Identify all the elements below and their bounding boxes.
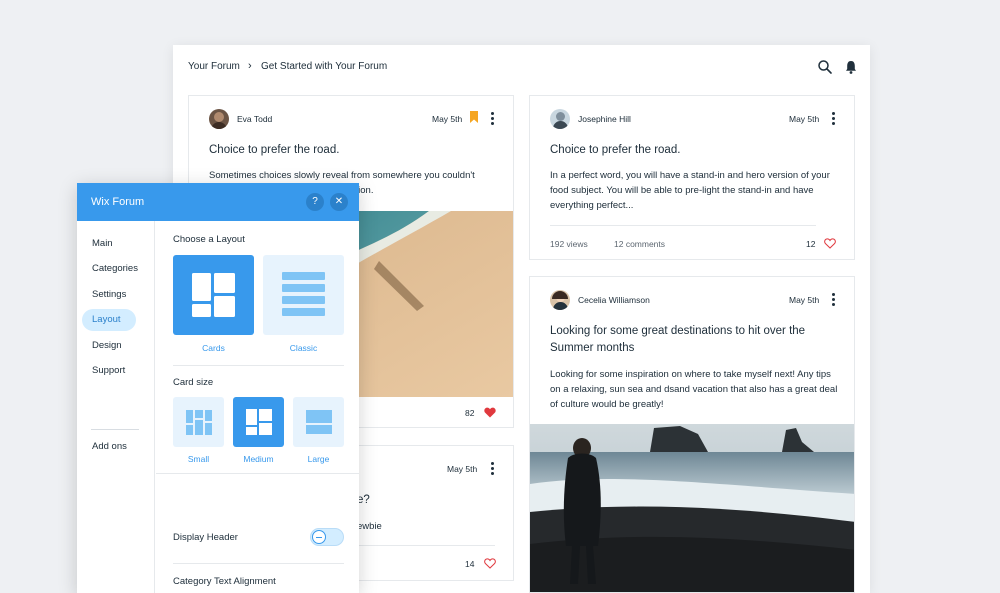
post-author[interactable]: Cecelia Williamson [578, 295, 650, 305]
heart-outline-icon[interactable] [824, 238, 836, 249]
more-options-icon[interactable] [491, 112, 494, 125]
nav-divider [91, 429, 139, 430]
panel-content: Choose a Layout Cards Classic Card size [156, 221, 359, 593]
card-size-small[interactable] [173, 397, 224, 447]
large-cards-icon [306, 410, 332, 434]
more-options-icon[interactable] [491, 462, 494, 475]
nav-main[interactable]: Main [82, 233, 136, 255]
nav-settings[interactable]: Settings [82, 284, 136, 306]
more-options-icon[interactable] [832, 112, 835, 125]
post-excerpt-fragment: ewbie [357, 521, 382, 532]
bell-icon[interactable] [843, 59, 859, 75]
post-card-cecelia[interactable]: Cecelia Williamson May 5th Looking for s… [529, 276, 855, 593]
post-title[interactable]: Choice to prefer the road. [209, 142, 499, 159]
avatar[interactable] [550, 109, 570, 129]
more-options-icon[interactable] [832, 293, 835, 306]
close-button[interactable]: ✕ [330, 193, 348, 211]
settings-panel: Wix Forum ? ✕ Main Categories Settings L… [77, 183, 359, 593]
post-author[interactable]: Eva Todd [237, 114, 272, 124]
section-divider [156, 473, 359, 474]
layout-option-classic-label: Classic [289, 343, 318, 353]
alignment-section-title: Category Text Alignment [173, 576, 276, 587]
breadcrumb-current[interactable]: Get Started with Your Forum [261, 61, 387, 72]
display-header-toggle[interactable] [310, 528, 344, 546]
card-size-medium-label: Medium [243, 454, 274, 464]
post-author[interactable]: Josephine Hill [578, 114, 631, 124]
panel-title: Wix Forum [91, 196, 145, 208]
chevron-right-icon: › [248, 60, 252, 72]
layout-option-cards-label: Cards [202, 343, 225, 353]
post-date: May 5th [432, 114, 463, 124]
heart-outline-icon[interactable] [484, 558, 496, 569]
avatar[interactable] [209, 109, 229, 129]
like-count: 82 [465, 408, 475, 418]
black-sand-beach-photo [530, 424, 854, 592]
cards-layout-icon [192, 273, 235, 317]
post-title[interactable]: Choice to prefer the road. [550, 142, 840, 159]
nav-design[interactable]: Design [82, 335, 136, 357]
post-card-josephine[interactable]: Josephine Hill May 5th Choice to prefer … [529, 95, 855, 260]
comment-count[interactable]: 12 comments [614, 239, 665, 249]
card-size-medium[interactable] [233, 397, 284, 447]
section-divider [173, 365, 344, 366]
avatar[interactable] [550, 290, 570, 310]
nav-layout[interactable]: Layout [82, 309, 136, 331]
card-size-large[interactable] [293, 397, 344, 447]
layout-option-classic[interactable] [263, 255, 344, 335]
post-excerpt: Looking for some inspiration on where to… [550, 369, 838, 410]
post-date: May 5th [447, 464, 478, 474]
post-excerpt: In a perfect word, you will have a stand… [550, 170, 830, 211]
heart-filled-icon[interactable] [484, 407, 496, 418]
nav-categories[interactable]: Categories [82, 258, 138, 280]
layout-option-cards[interactable] [173, 255, 254, 335]
panel-sidebar: Main Categories Settings Layout Design S… [77, 221, 155, 593]
post-date: May 5th [789, 114, 820, 124]
toggle-knob [312, 530, 326, 544]
like-count: 12 [806, 239, 816, 249]
medium-cards-icon [246, 409, 272, 435]
divider [550, 225, 816, 226]
help-button[interactable]: ? [306, 193, 324, 211]
small-cards-icon [186, 410, 212, 435]
view-count: 192 views [550, 239, 588, 249]
card-size-large-label: Large [307, 454, 330, 464]
display-header-label: Display Header [173, 532, 238, 543]
card-size-section-title: Card size [173, 377, 214, 388]
search-icon[interactable] [817, 59, 833, 75]
forum-topbar: Your Forum › Get Started with Your Forum [173, 45, 870, 89]
bookmark-icon[interactable] [470, 111, 478, 123]
classic-layout-icon [282, 272, 325, 316]
card-size-small-label: Small [187, 454, 210, 464]
nav-add-ons[interactable]: Add ons [82, 436, 136, 458]
post-date: May 5th [789, 295, 820, 305]
like-count: 14 [465, 559, 475, 569]
post-title[interactable]: Looking for some great destinations to h… [550, 323, 830, 357]
panel-header: Wix Forum ? ✕ [77, 183, 359, 221]
breadcrumb-home[interactable]: Your Forum [188, 61, 240, 72]
layout-section-title: Choose a Layout [173, 234, 245, 245]
section-divider [173, 563, 344, 564]
nav-support[interactable]: Support [82, 360, 136, 382]
